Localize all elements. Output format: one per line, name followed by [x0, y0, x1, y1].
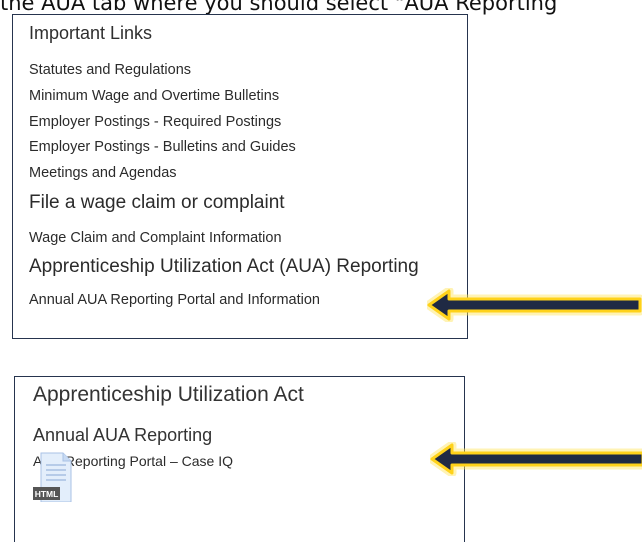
important-links-heading: Important Links — [29, 23, 153, 43]
link-wage-claim-info[interactable]: Wage Claim and Complaint Information — [29, 230, 282, 246]
annual-aua-reporting-heading: Annual AUA Reporting — [33, 425, 213, 445]
aua-heading: Apprenticeship Utilization Act (AUA) Rep… — [29, 256, 419, 277]
html-badge: HTML — [35, 489, 59, 499]
instruction-caption: the AUA tab where you should select "AUA… — [0, 0, 558, 15]
aua-panel: Apprenticeship Utilization Act Annual AU… — [14, 376, 465, 542]
link-annual-aua-portal[interactable]: Annual AUA Reporting Portal and Informat… — [29, 292, 320, 308]
wage-claim-heading: File a wage claim or complaint — [29, 192, 285, 213]
link-required-postings[interactable]: Employer Postings - Required Postings — [29, 114, 281, 130]
link-statutes[interactable]: Statutes and Regulations — [29, 62, 191, 78]
link-meetings[interactable]: Meetings and Agendas — [29, 165, 177, 181]
left-arrow-icon — [424, 286, 642, 324]
link-bulletins-guides[interactable]: Employer Postings - Bulletins and Guides — [29, 139, 296, 155]
link-minimum-wage[interactable]: Minimum Wage and Overtime Bulletins — [29, 88, 279, 104]
left-arrow-icon — [427, 440, 642, 478]
aua-panel-title: Apprenticeship Utilization Act — [33, 383, 304, 406]
html-document-icon[interactable]: HTML — [33, 452, 73, 503]
important-links-panel: Important Links Statutes and Regulations… — [12, 14, 468, 339]
